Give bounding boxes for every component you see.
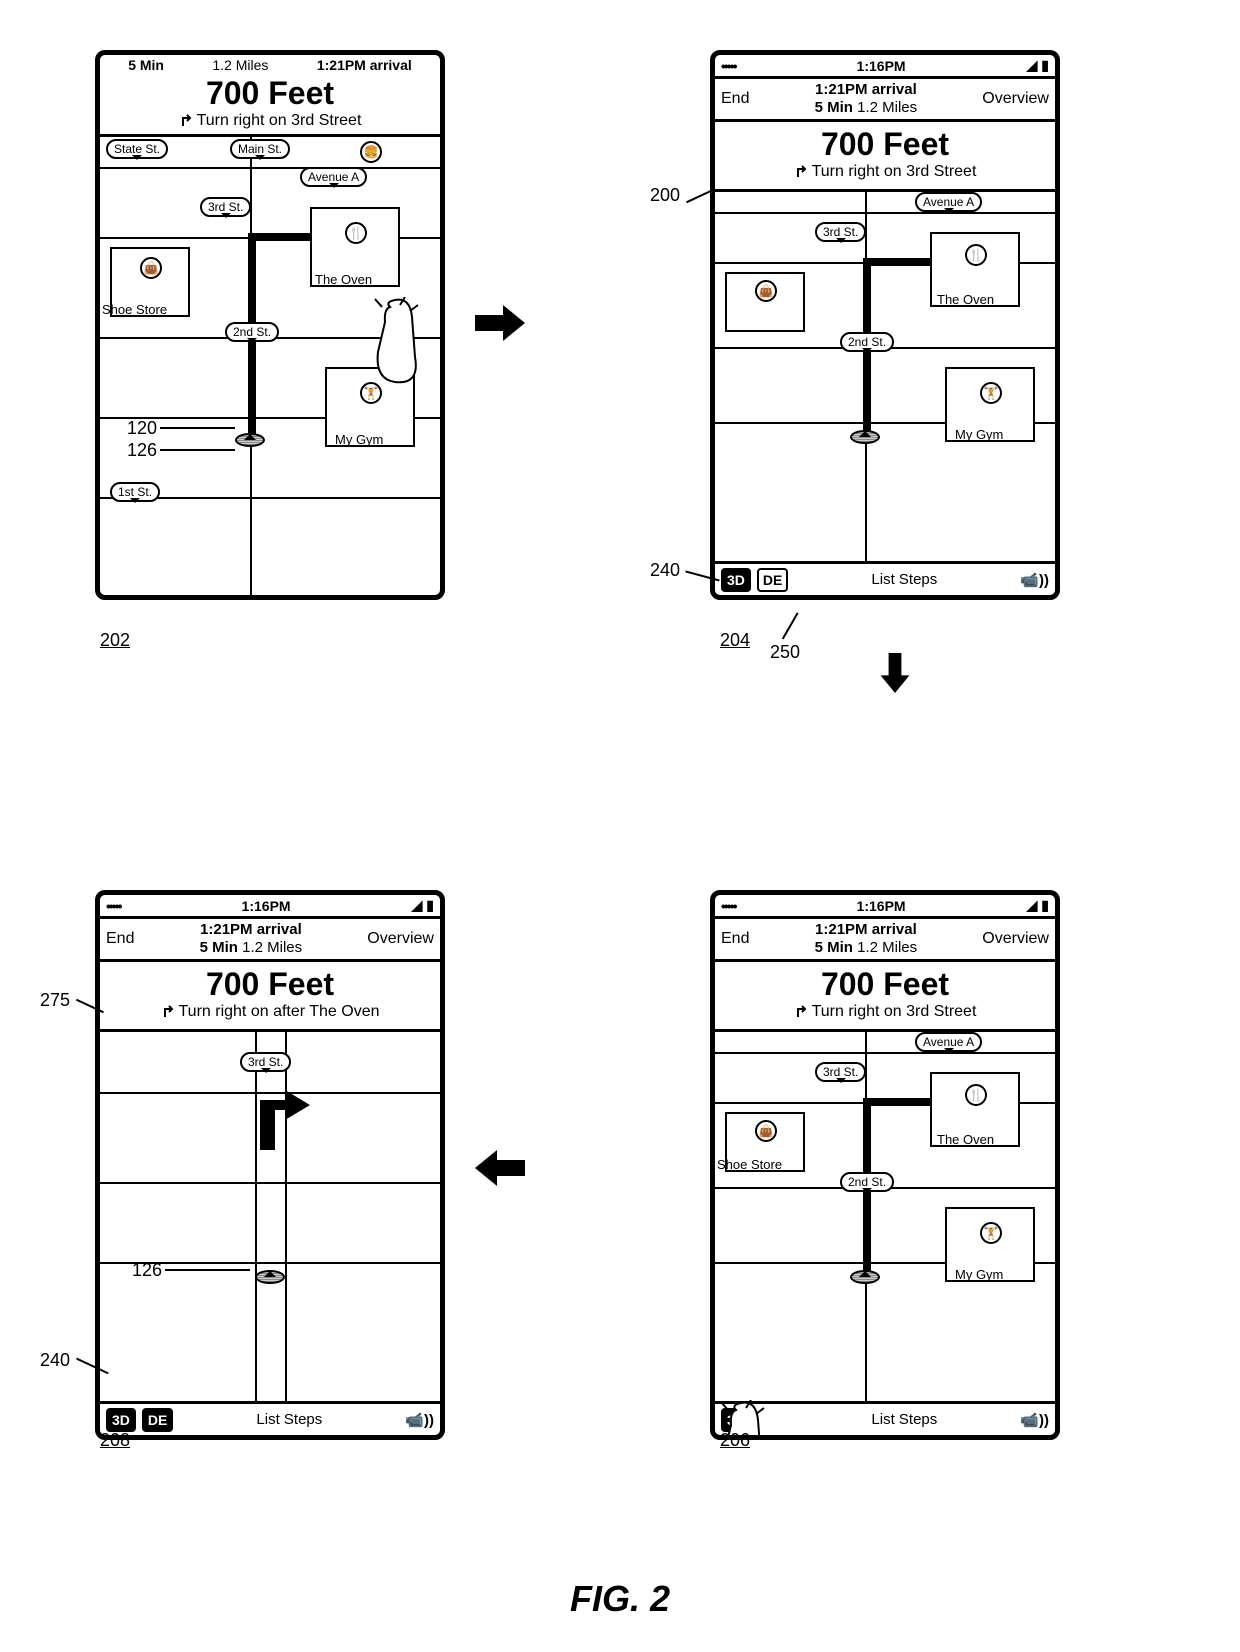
flow-arrow-left-icon — [475, 1145, 525, 1200]
signal-dots-icon: ••••• — [721, 58, 736, 74]
list-steps-button[interactable]: List Steps — [794, 1411, 1014, 1428]
ref-208: 208 — [100, 1430, 130, 1451]
fork-knife-icon: 🍴 — [965, 244, 987, 266]
de-button[interactable]: DE — [757, 568, 788, 592]
de-button[interactable]: DE — [142, 1408, 173, 1432]
bag-icon: 👜 — [140, 257, 162, 279]
turn-right-icon — [794, 165, 808, 179]
end-button[interactable]: End — [721, 930, 749, 948]
road-2nd: 2nd St. — [225, 322, 279, 342]
3d-button[interactable]: 3D — [721, 568, 751, 592]
map-view-202[interactable]: State St. Main St. Avenue A 3rd St. 2nd … — [100, 137, 440, 595]
status-time: 1:16PM — [857, 58, 906, 74]
end-button[interactable]: End — [721, 90, 749, 108]
ref-240: 240 — [650, 560, 680, 581]
road-state: State St. — [106, 139, 168, 159]
flow-arrow-right-icon — [475, 300, 525, 355]
eta-arrival: 1:21PM arrival — [317, 57, 412, 73]
ref-126: 126 — [130, 1260, 164, 1281]
phone-stage-202: 5 Min 1.2 Miles 1:21PM arrival 700 Feet … — [95, 50, 445, 600]
location-puck — [850, 430, 880, 444]
phone-stage-206: ••••• 1:16PM ◢ ▮ End 1:21PM arrival 5 Mi… — [710, 890, 1060, 1440]
ref-275: 275 — [40, 990, 70, 1011]
road-3rd: 3rd St. — [200, 197, 251, 217]
turn-right-icon — [161, 1005, 175, 1019]
overview-button[interactable]: Overview — [367, 930, 434, 948]
overview-button[interactable]: Overview — [982, 930, 1049, 948]
battery-icon: ◢ ▮ — [1027, 57, 1049, 74]
end-button[interactable]: End — [106, 930, 134, 948]
turn-right-icon — [794, 1005, 808, 1019]
audio-icon[interactable]: 📹)) — [405, 1411, 434, 1429]
map-view-204[interactable]: Avenue A 3rd St. 2nd St. 👜 🍴 The Oven 🏋 … — [715, 192, 1055, 561]
turn-right-icon — [179, 114, 193, 128]
location-puck — [235, 433, 265, 447]
ref-202: 202 — [100, 630, 130, 651]
audio-icon[interactable]: 📹)) — [1020, 571, 1049, 589]
figure-caption: FIG. 2 — [30, 1578, 1210, 1620]
distance: 700 Feet — [715, 126, 1055, 163]
distance: 700 Feet — [104, 75, 436, 112]
dumbbell-icon: 🏋 — [980, 382, 1002, 404]
ref-126: 126 — [125, 440, 159, 461]
map-view-206[interactable]: Avenue A 3rd St. 2nd St. 👜 Shoe Store 🍴 … — [715, 1032, 1055, 1401]
ref-120: 120 — [125, 418, 159, 439]
list-steps-button[interactable]: List Steps — [179, 1411, 399, 1428]
nav-bar: End 1:21PM arrival 5 Min 1.2 Miles Overv… — [715, 79, 1055, 122]
poi-gym: My Gym — [335, 432, 383, 447]
ref-200: 200 — [650, 185, 680, 206]
poi-shoe: Shoe Store — [102, 302, 167, 317]
route-turn-arrow-icon — [255, 1080, 315, 1150]
3d-button[interactable]: 3D — [106, 1408, 136, 1432]
burger-icon: 🍔 — [360, 141, 382, 163]
status-bar: ••••• 1:16PM ◢ ▮ — [715, 55, 1055, 79]
flow-arrow-down-icon — [870, 650, 920, 705]
location-puck — [850, 1270, 880, 1284]
poi-oven: The Oven — [315, 272, 372, 287]
overview-button[interactable]: Overview — [982, 90, 1049, 108]
ref-206: 206 — [720, 1430, 750, 1451]
ref-240: 240 — [40, 1350, 70, 1371]
map-view-208[interactable]: 3rd St. — [100, 1032, 440, 1401]
eta-dist: 1.2 Miles — [212, 57, 268, 73]
eta-arrival: 1:21PM arrival — [815, 81, 918, 99]
tap-finger-icon — [370, 297, 430, 387]
eta-min: 5 Min — [128, 57, 164, 73]
list-steps-button[interactable]: List Steps — [794, 571, 1014, 588]
fork-knife-icon: 🍴 — [965, 1084, 987, 1106]
road-1st: 1st St. — [110, 482, 160, 502]
ref-250: 250 — [770, 642, 800, 663]
instruction-panel: 700 Feet Turn right on 3rd Street — [715, 122, 1055, 192]
fork-knife-icon: 🍴 — [345, 222, 367, 244]
phone-stage-208: ••••• 1:16PM ◢ ▮ End 1:21PM arrival 5 Mi… — [95, 890, 445, 1440]
location-puck — [255, 1270, 285, 1284]
phone-stage-204: ••••• 1:16PM ◢ ▮ End 1:21PM arrival 5 Mi… — [710, 50, 1060, 600]
bottom-bar: 3D DE List Steps 📹)) — [715, 561, 1055, 595]
bag-icon: 👜 — [755, 1120, 777, 1142]
top-info-202: 5 Min 1.2 Miles 1:21PM arrival 700 Feet … — [100, 55, 440, 137]
road-main: Main St. — [230, 139, 290, 159]
audio-icon[interactable]: 📹)) — [1020, 1411, 1049, 1429]
dumbbell-icon: 🏋 — [980, 1222, 1002, 1244]
road-avea: Avenue A — [300, 167, 367, 187]
instruction: Turn right on 3rd Street — [104, 112, 436, 130]
ref-204: 204 — [720, 630, 750, 651]
bag-icon: 👜 — [755, 280, 777, 302]
